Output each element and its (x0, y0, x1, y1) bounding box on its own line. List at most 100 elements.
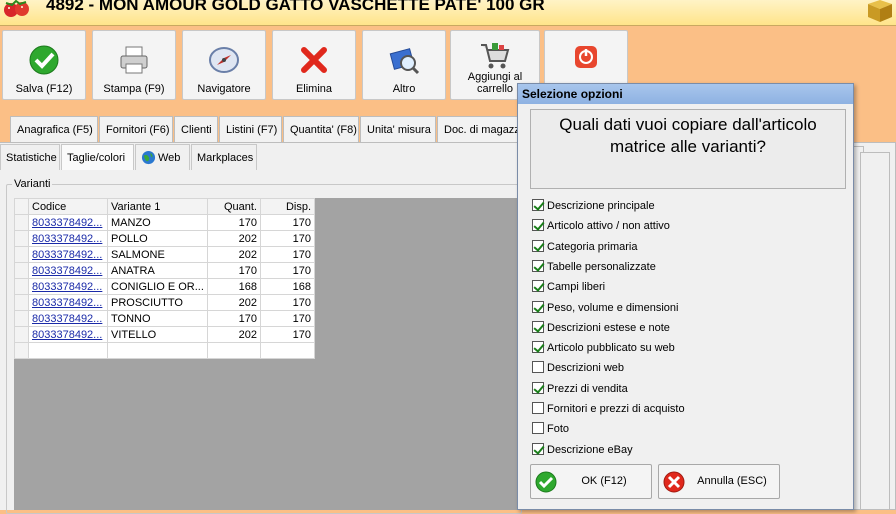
option-checkbox-row[interactable]: Tabelle personalizzate (532, 259, 656, 275)
table-row[interactable]: 8033378492... SALMONE 202 170 (14, 246, 315, 263)
subtab-markplaces[interactable]: Markplaces (191, 144, 257, 170)
cell-quant: 170 (207, 262, 261, 279)
ok-label: OK (F12) (581, 475, 627, 487)
checkbox-unchecked[interactable] (532, 361, 544, 374)
strawberry-icon (4, 0, 29, 17)
cell-codice[interactable]: 8033378492... (28, 310, 108, 327)
compass-icon (209, 47, 239, 73)
cell-codice[interactable]: 8033378492... (28, 214, 108, 231)
checkbox-unchecked[interactable] (532, 422, 544, 435)
row-selector[interactable] (14, 326, 29, 343)
option-checkbox-row[interactable]: Articolo attivo / non attivo (532, 218, 670, 234)
checkbox-checked[interactable] (532, 442, 544, 455)
cell-codice[interactable]: 8033378492... (28, 246, 108, 263)
cell-disp: 170 (260, 230, 315, 247)
checkbox-checked[interactable] (532, 341, 544, 354)
row-selector[interactable] (14, 294, 29, 311)
tab-fornitori[interactable]: Fornitori (F6) (99, 116, 173, 142)
check-icon (29, 45, 59, 75)
col-disp[interactable]: Disp. (260, 198, 315, 215)
table-row[interactable]: 8033378492... ANATRA 170 170 (14, 262, 315, 279)
print-button[interactable]: Stampa (F9) (92, 30, 176, 100)
tab-doc-magazzino[interactable]: Doc. di magazzi (437, 116, 519, 142)
tab-unita-misura[interactable]: Unita' misura (360, 116, 436, 142)
table-row[interactable]: 8033378492... PROSCIUTTO 202 170 (14, 294, 315, 311)
col-quant[interactable]: Quant. (207, 198, 261, 215)
option-checkbox-row[interactable]: Peso, volume e dimensioni (532, 300, 678, 316)
row-selector[interactable] (14, 246, 29, 263)
cell-quant: 170 (207, 310, 261, 327)
checkbox-checked[interactable] (532, 280, 544, 293)
empty-cell[interactable] (107, 342, 208, 359)
cell-codice[interactable]: 8033378492... (28, 326, 108, 343)
checkbox-checked[interactable] (532, 381, 544, 394)
cell-variante: VITELLO (107, 326, 208, 343)
row-selector[interactable] (14, 310, 29, 327)
option-checkbox-row[interactable]: Descrizione eBay (532, 442, 633, 458)
add-to-cart-label-1: Aggiungi al (467, 71, 523, 83)
cancel-button[interactable]: Annulla (ESC) (658, 464, 780, 499)
ok-button[interactable]: OK (F12) (530, 464, 652, 499)
globe-icon (141, 150, 156, 165)
checkbox-checked[interactable] (532, 320, 544, 333)
variants-grid[interactable]: Codice Variante 1 Quant. Disp. 803337849… (14, 198, 315, 359)
cell-codice[interactable]: 8033378492... (28, 278, 108, 295)
table-row[interactable]: 8033378492... CONIGLIO E OR... 168 168 (14, 278, 315, 295)
options-dialog: Selezione opzioni Quali dati vuoi copiar… (517, 83, 854, 510)
empty-cell[interactable] (28, 342, 108, 359)
save-button[interactable]: Salva (F12) (2, 30, 86, 100)
save-label: Salva (F12) (15, 83, 73, 95)
row-selector[interactable] (14, 262, 29, 279)
option-label: Tabelle personalizzate (547, 260, 656, 273)
tab-anagrafica[interactable]: Anagrafica (F5) (10, 116, 98, 142)
option-checkbox-row[interactable]: Descrizioni estese e note (532, 320, 670, 336)
option-checkbox-row[interactable]: Fornitori e prezzi di acquisto (532, 401, 685, 417)
option-checkbox-row[interactable]: Descrizione principale (532, 198, 655, 214)
option-checkbox-row[interactable]: Categoria primaria (532, 239, 637, 255)
table-row[interactable]: 8033378492... MANZO 170 170 (14, 214, 315, 231)
check-icon (535, 471, 557, 493)
checkbox-unchecked[interactable] (532, 402, 544, 415)
checkbox-checked[interactable] (532, 219, 544, 232)
empty-cell[interactable] (260, 342, 315, 359)
navigator-button[interactable]: Navigatore (182, 30, 266, 100)
delete-button[interactable]: Elimina (272, 30, 356, 100)
cell-disp: 168 (260, 278, 315, 295)
option-checkbox-row[interactable]: Prezzi di vendita (532, 381, 628, 397)
subtab-statistiche[interactable]: Statistiche (0, 144, 60, 170)
row-selector[interactable] (14, 278, 29, 295)
table-row[interactable]: 8033378492... POLLO 202 170 (14, 230, 315, 247)
tab-quantita[interactable]: Quantita' (F8) (283, 116, 359, 142)
table-row[interactable]: 8033378492... VITELLO 202 170 (14, 326, 315, 343)
checkbox-checked[interactable] (532, 239, 544, 252)
option-checkbox-row[interactable]: Descrizioni web (532, 360, 624, 376)
option-label: Descrizioni web (547, 362, 625, 375)
row-selector[interactable] (14, 214, 29, 231)
cell-codice[interactable]: 8033378492... (28, 262, 108, 279)
table-row[interactable]: 8033378492... TONNO 170 170 (14, 310, 315, 327)
subtab-taglie-colori[interactable]: Taglie/colori (61, 144, 134, 170)
option-checkbox-row[interactable]: Articolo pubblicato su web (532, 340, 675, 356)
empty-cell[interactable] (14, 342, 29, 359)
col-variante[interactable]: Variante 1 (107, 198, 208, 215)
empty-cell[interactable] (207, 342, 261, 359)
option-checkbox-row[interactable]: Campi liberi (532, 279, 605, 295)
option-label: Prezzi di vendita (547, 382, 628, 395)
cell-codice[interactable]: 8033378492... (28, 294, 108, 311)
new-row[interactable] (14, 342, 315, 359)
cell-quant: 202 (207, 230, 261, 247)
option-label: Descrizione eBay (547, 443, 633, 456)
tab-clienti[interactable]: Clienti (174, 116, 218, 142)
subtab-web[interactable]: Web (135, 144, 190, 170)
row-selector[interactable] (14, 230, 29, 247)
checkbox-checked[interactable] (532, 300, 544, 313)
other-button[interactable]: Altro (362, 30, 446, 100)
option-checkbox-row[interactable]: Foto (532, 421, 569, 437)
cell-codice[interactable]: 8033378492... (28, 230, 108, 247)
checkbox-checked[interactable] (532, 199, 544, 212)
col-codice[interactable]: Codice (28, 198, 108, 215)
tab-listini[interactable]: Listini (F7) (219, 116, 282, 142)
option-label: Descrizioni estese e note (547, 321, 670, 334)
cell-quant: 202 (207, 246, 261, 263)
checkbox-checked[interactable] (532, 259, 544, 272)
